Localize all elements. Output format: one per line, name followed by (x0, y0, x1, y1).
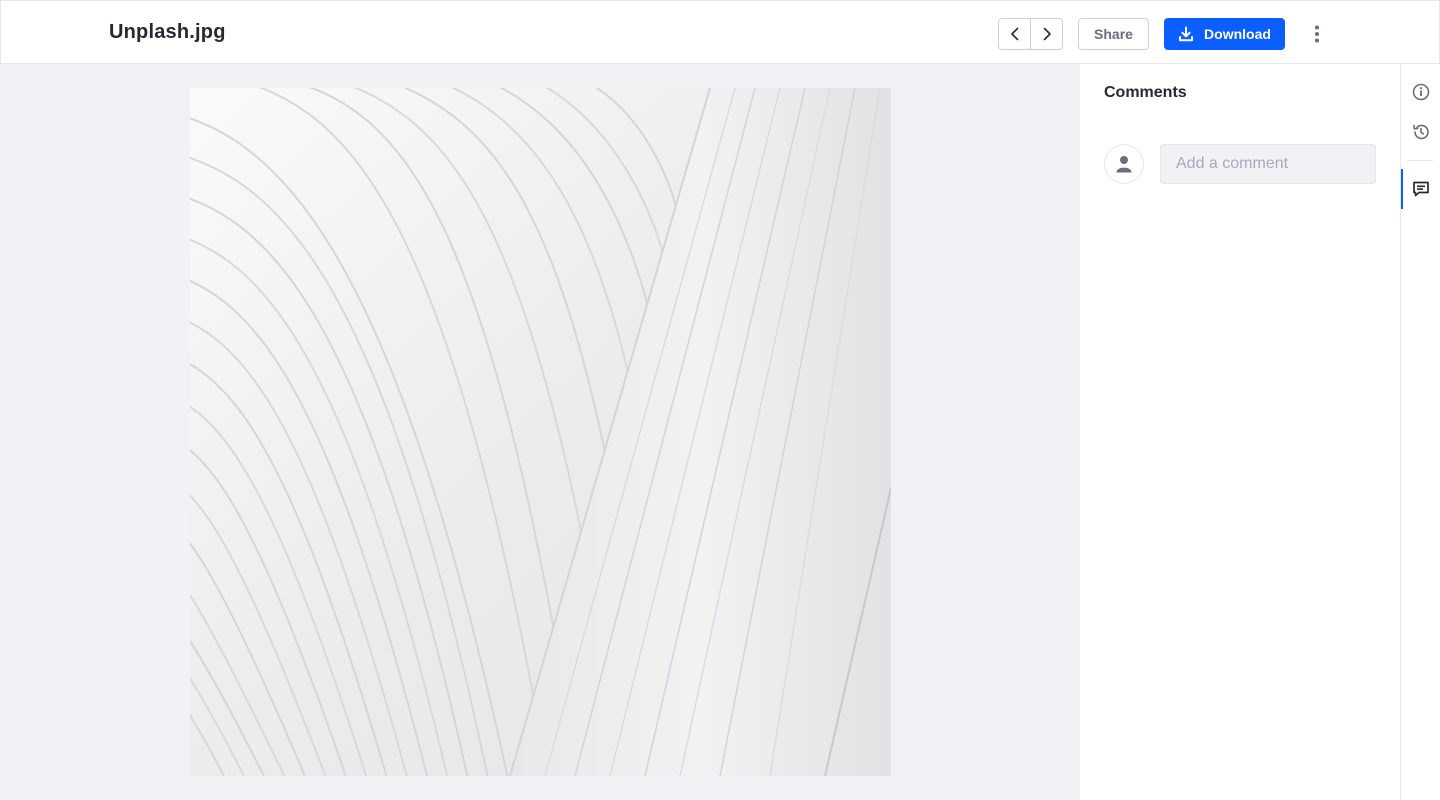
download-button[interactable]: Download (1164, 18, 1285, 50)
avatar (1104, 144, 1144, 184)
more-actions-button[interactable] (1303, 18, 1331, 50)
chevron-left-icon (1010, 27, 1018, 41)
sidebar-item-history[interactable] (1401, 112, 1440, 152)
sidebar-item-comments[interactable] (1401, 169, 1440, 209)
download-button-label: Download (1204, 26, 1271, 42)
info-circle-icon (1412, 83, 1429, 101)
previous-file-button[interactable] (998, 18, 1031, 50)
comments-title: Comments (1104, 84, 1187, 101)
add-comment-input[interactable] (1160, 144, 1376, 184)
download-icon (1179, 26, 1194, 42)
ellipsis-vertical-icon (1315, 25, 1319, 43)
chevron-right-icon (1043, 27, 1051, 41)
comments-panel: Comments (1080, 64, 1401, 800)
share-button[interactable]: Share (1078, 18, 1149, 50)
history-icon (1412, 124, 1429, 140)
preview-image-graphic (190, 88, 891, 776)
top-toolbar: Unplash.jpg Share Download (0, 0, 1440, 64)
next-file-button[interactable] (1030, 18, 1063, 50)
image-preview (190, 88, 891, 776)
preview-area (0, 64, 1080, 800)
sidebar-divider (1407, 160, 1433, 161)
comments-icon (1412, 181, 1429, 197)
user-icon (1116, 156, 1132, 173)
file-title: Unplash.jpg (109, 21, 226, 43)
sidebar-panel-switcher (1401, 64, 1440, 800)
sidebar-item-info[interactable] (1401, 72, 1440, 112)
